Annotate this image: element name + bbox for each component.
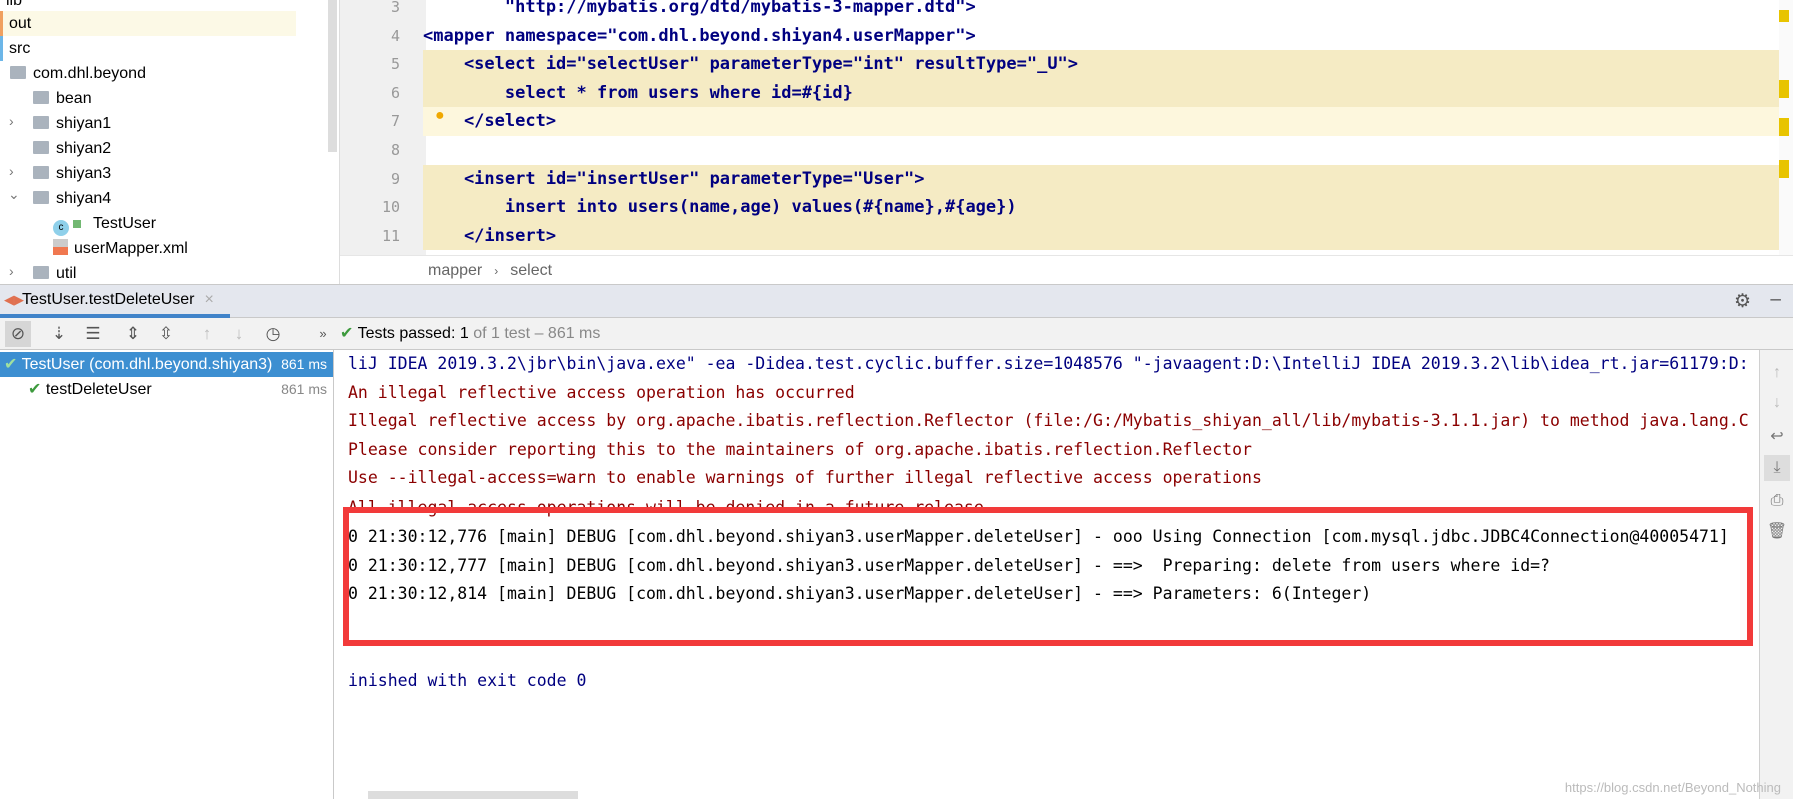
run-tab-bar: ◀▶ TestUser.testDeleteUser × ⚙ –: [0, 284, 1793, 318]
xml-file-icon: [53, 239, 68, 255]
line-number: 11: [381, 226, 400, 245]
tree-item-out[interactable]: out: [0, 11, 296, 36]
console-line: inished with exit code 0: [348, 671, 587, 691]
arrow-up-icon[interactable]: ↑: [194, 321, 220, 347]
code-line[interactable]: <mapper namespace="com.dhl.beyond.shiyan…: [423, 22, 1793, 51]
line-number: 10: [381, 198, 400, 217]
check-icon: ✔: [28, 381, 42, 398]
tree-item-src[interactable]: src: [0, 36, 30, 61]
horizontal-scrollbar[interactable]: [368, 791, 578, 799]
chevron-down-icon[interactable]: ⌄: [8, 186, 20, 203]
code-line[interactable]: select * from users where id=#{id}: [423, 78, 1793, 108]
test-suite-row[interactable]: ✔ TestUser (com.dhl.beyond.shiyan3) 861 m…: [0, 352, 333, 377]
breadcrumb: mapper › select: [340, 255, 1793, 284]
line-number: 9: [390, 169, 400, 188]
folder-icon: [33, 166, 49, 179]
folder-icon: [33, 116, 49, 129]
run-toolbar: ⊘ ⇣ ☰ ⇕ ⇳ ↑ ↓ ◷ » ✔ Tests passed: 1 of 1…: [0, 318, 1793, 350]
tab-run-test[interactable]: ◀▶ TestUser.testDeleteUser ×: [0, 285, 230, 318]
test-results-tree: ✔ TestUser (com.dhl.beyond.shiyan3) 861 m…: [0, 350, 334, 799]
line-number: 8: [390, 141, 400, 159]
sort-alpha-icon[interactable]: ⇣: [46, 321, 72, 347]
editor-scrollbar[interactable]: [1779, 0, 1793, 255]
scroll-to-end-icon[interactable]: ⤓: [1764, 455, 1790, 481]
collapse-all-icon[interactable]: ⇳: [153, 321, 179, 347]
code-line[interactable]: insert into users(name,age) values(#{nam…: [423, 193, 1793, 222]
tree-item-package[interactable]: com.dhl.beyond: [10, 61, 146, 86]
tree-item-shiyan2[interactable]: shiyan2: [33, 136, 111, 161]
chevron-right-icon[interactable]: ›: [9, 163, 14, 179]
java-class-icon: c: [53, 220, 69, 236]
line-number: 3: [390, 0, 400, 16]
code-line[interactable]: </select>: [423, 107, 1793, 136]
expand-all-icon[interactable]: ⇕: [120, 321, 146, 347]
line-number: 7: [390, 112, 400, 131]
folder-icon: [33, 141, 49, 154]
tree-item-testuser[interactable]: c TestUser: [53, 211, 156, 236]
run-icon: ◀▶: [4, 292, 24, 307]
trash-icon[interactable]: 🗑: [1764, 519, 1790, 545]
line-number: 6: [390, 83, 400, 102]
check-icon: ✔: [4, 356, 18, 373]
soft-wrap-icon[interactable]: ↩: [1764, 424, 1790, 450]
tree-item-shiyan4[interactable]: shiyan4: [33, 186, 111, 211]
project-tree: lib out src com.dhl.beyond bean › shiyan…: [0, 0, 340, 284]
folder-icon: [33, 266, 49, 279]
line-number: 4: [390, 26, 400, 45]
code-line[interactable]: <select id="selectUser" parameterType="i…: [423, 50, 1793, 79]
code-editor[interactable]: 3 "http://mybatis.org/dtd/mybatis-3-mapp…: [340, 0, 1793, 284]
arrow-down-icon[interactable]: ↓: [1764, 390, 1790, 416]
tree-item-usermapper[interactable]: userMapper.xml: [53, 236, 188, 261]
breadcrumb-mapper[interactable]: mapper: [428, 262, 482, 279]
history-icon[interactable]: ◷: [260, 321, 286, 347]
minimize-icon[interactable]: –: [1770, 289, 1781, 311]
code-line[interactable]: <insert id="insertUser" parameterType="U…: [423, 164, 1793, 194]
code-line[interactable]: "http://mybatis.org/dtd/mybatis-3-mapper…: [423, 0, 1793, 22]
lock-icon: [73, 220, 81, 228]
code-line[interactable]: [423, 136, 1793, 165]
watermark: https://blog.csdn.net/Beyond_Nothing: [1564, 780, 1781, 795]
tree-item-shiyan3[interactable]: shiyan3: [33, 161, 111, 186]
highlight-box: [343, 507, 1753, 646]
print-icon[interactable]: ⎙: [1764, 488, 1790, 514]
folder-icon: [10, 66, 26, 79]
scrollbar[interactable]: [328, 0, 337, 152]
breadcrumb-separator: ›: [494, 264, 499, 278]
test-case-row[interactable]: ✔ testDeleteUser 861 ms: [0, 377, 333, 402]
check-icon: ✔: [340, 325, 354, 342]
console-line: liJ IDEA 2019.3.2\jbr\bin\java.exe" -ea …: [348, 354, 1749, 373]
chevron-right-icon[interactable]: ›: [9, 263, 14, 279]
gear-icon[interactable]: ⚙: [1734, 290, 1751, 313]
close-icon[interactable]: ×: [205, 291, 214, 308]
console-side-toolbar: ↑ ↓ ↩ ⤓ ⎙ 🗑: [1759, 350, 1793, 799]
code-line[interactable]: </insert>: [423, 221, 1793, 251]
more-icon[interactable]: »: [310, 321, 336, 347]
console-line: Use --illegal-access=warn to enable warn…: [348, 468, 1262, 488]
stop-icon[interactable]: ⊘: [5, 321, 31, 347]
chevron-right-icon[interactable]: ›: [9, 113, 14, 129]
folder-icon: [33, 91, 49, 104]
lightbulb-icon[interactable]: ●: [435, 107, 445, 125]
arrow-down-icon[interactable]: ↓: [226, 321, 252, 347]
line-number: 5: [390, 55, 400, 74]
tree-item-shiyan1[interactable]: shiyan1: [33, 111, 111, 136]
console-line: Please consider reporting this to the ma…: [348, 439, 1252, 459]
tree-item-bean[interactable]: bean: [33, 86, 92, 111]
console-line: An illegal reflective access operation h…: [348, 382, 855, 402]
test-status: ✔ Tests passed: 1 of 1 test – 861 ms: [340, 325, 601, 342]
sort-duration-icon[interactable]: ☰: [80, 321, 106, 347]
folder-icon: [33, 191, 49, 204]
console-line: Illegal reflective access by org.apache.…: [348, 411, 1749, 431]
breadcrumb-select[interactable]: select: [510, 262, 552, 279]
arrow-up-icon[interactable]: ↑: [1764, 360, 1790, 386]
tree-item-util[interactable]: util: [33, 261, 76, 284]
